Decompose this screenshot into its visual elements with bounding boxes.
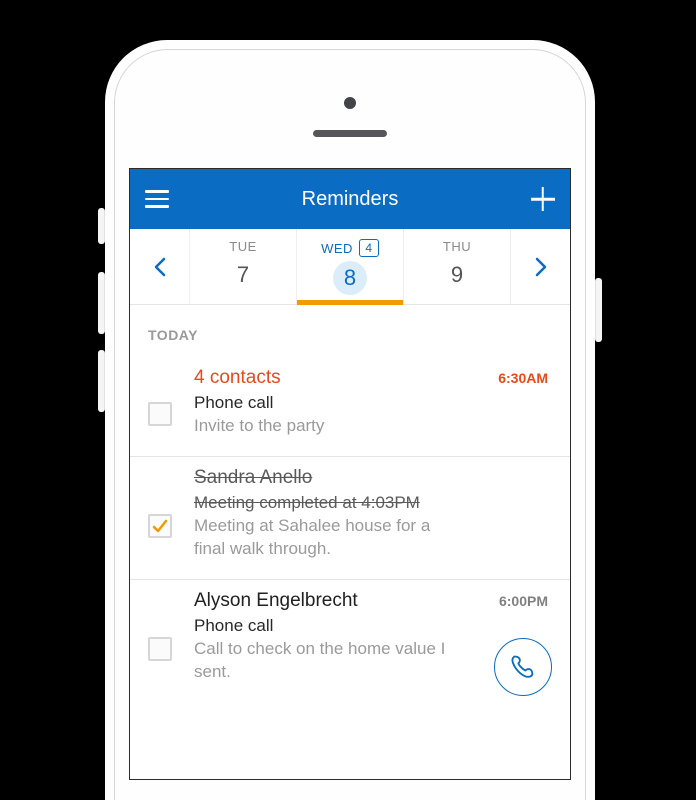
day-number: 7 [237,262,249,288]
reminder-note: Meeting at Sahalee house for a final wal… [194,515,454,561]
phone-camera [344,97,356,109]
day-label: TUE [229,239,257,254]
phone-speaker [313,130,387,137]
reminder-title: Alyson Engelbrecht [194,590,358,612]
reminder-note: Invite to the party [194,415,454,438]
page-title: Reminders [302,188,399,211]
day-number: 9 [451,262,463,288]
menu-button[interactable] [142,184,172,214]
call-button[interactable] [494,638,552,696]
reminder-note: Call to check on the home value I sent. [194,638,454,684]
date-strip: TUE 7 WED 4 8 THU 9 [130,229,570,305]
check-icon [152,518,168,534]
reminder-type: Phone call [194,393,548,413]
reminder-title: Sandra Anello [194,467,312,489]
next-day-button[interactable] [510,229,570,304]
complete-checkbox[interactable] [148,637,172,661]
phone-power-button [595,278,602,342]
day-label: WED [321,241,353,256]
chevron-left-icon [154,257,166,277]
phone-volume-up [98,272,105,334]
phone-volume-down [98,350,105,412]
complete-checkbox[interactable] [148,514,172,538]
hamburger-icon [145,205,169,208]
add-reminder-button[interactable] [528,184,558,214]
phone-icon [509,653,537,681]
reminder-item[interactable]: 4 contacts 6:30AM Phone call Invite to t… [130,357,570,457]
complete-checkbox[interactable] [148,402,172,426]
phone-frame: Reminders TUE 7 WED 4 [105,40,595,800]
day-thu[interactable]: THU 9 [404,229,510,304]
reminder-time: 6:30AM [498,370,548,386]
day-badge: 4 [359,239,379,257]
day-label: THU [443,239,471,254]
section-header-today: TODAY [130,305,570,357]
reminder-item[interactable]: Alyson Engelbrecht 6:00PM Phone call Cal… [130,580,570,702]
app-screen: Reminders TUE 7 WED 4 [129,168,571,780]
chevron-right-icon [535,257,547,277]
hamburger-icon [145,198,169,201]
day-wed[interactable]: WED 4 8 [297,229,404,304]
reminder-type: Phone call [194,616,548,636]
day-number: 8 [333,261,367,295]
reminder-type: Meeting completed at 4:03PM [194,493,548,513]
reminder-time: 6:00PM [499,593,548,609]
reminder-item[interactable]: Sandra Anello Meeting completed at 4:03P… [130,457,570,580]
prev-day-button[interactable] [130,229,190,304]
hamburger-icon [145,190,169,193]
date-strip-days: TUE 7 WED 4 8 THU 9 [190,229,510,304]
reminder-title: 4 contacts [194,367,281,389]
phone-mute-switch [98,208,105,244]
app-topbar: Reminders [130,169,570,229]
day-tue[interactable]: TUE 7 [190,229,297,304]
reminder-list: TODAY 4 contacts 6:30AM Phone call Invit… [130,305,570,722]
